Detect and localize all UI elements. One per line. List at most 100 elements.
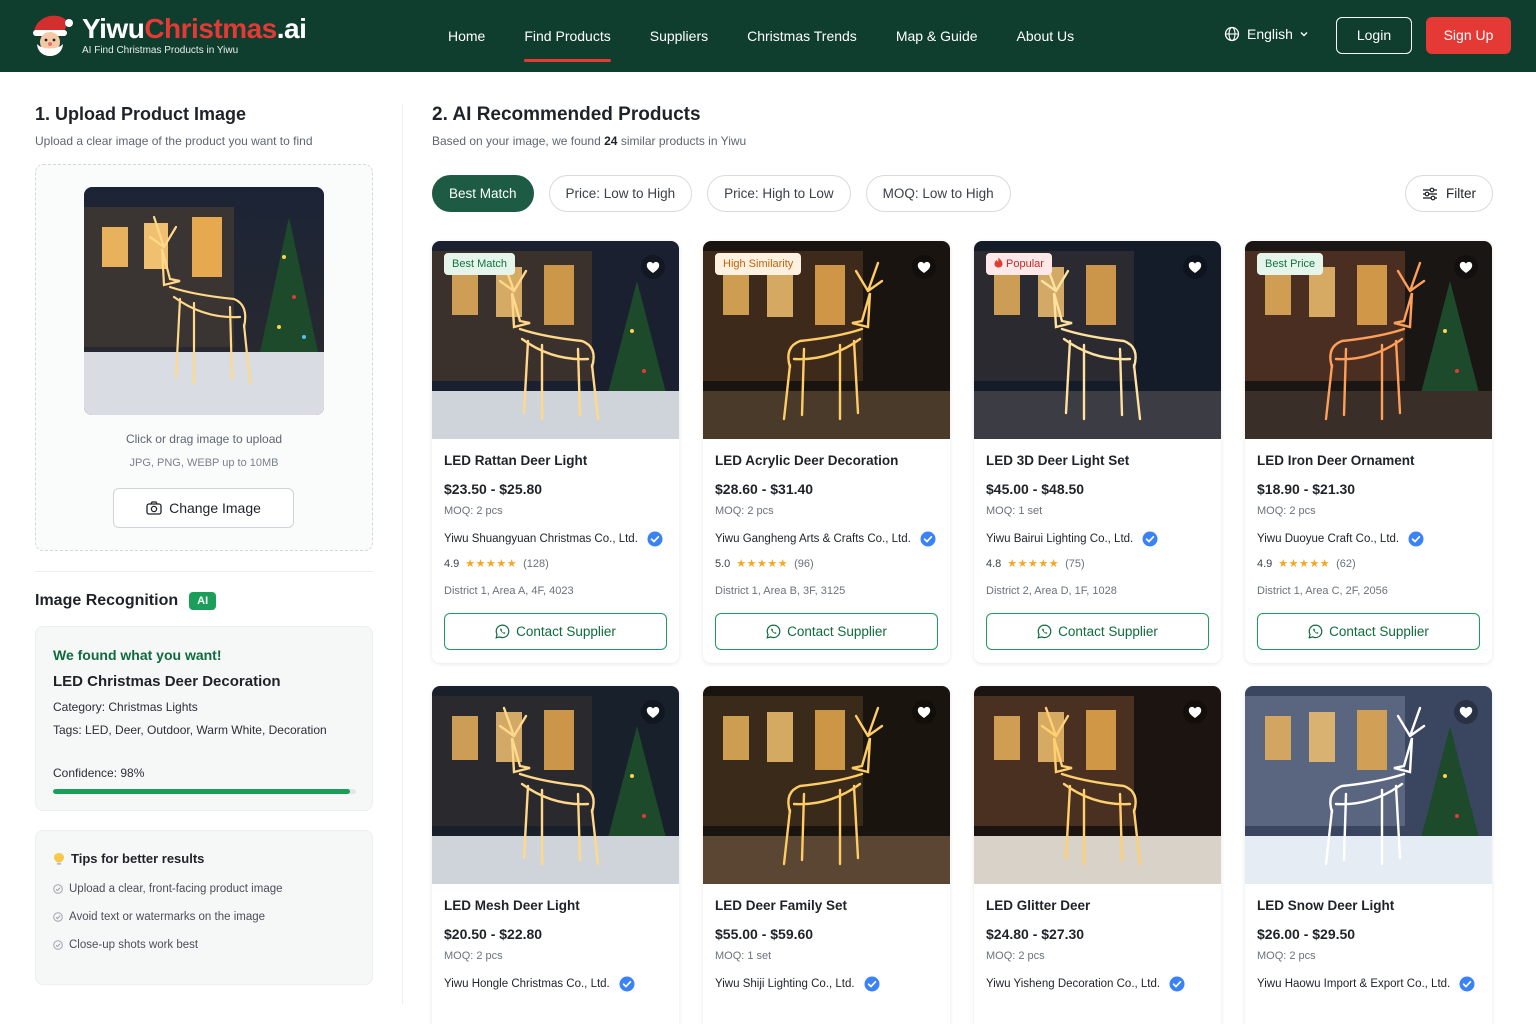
supplier-row: Yiwu Shiji Lighting Co., Ltd. (715, 976, 880, 992)
sort-moq-low-high[interactable]: MOQ: Low to High (865, 175, 1011, 212)
filter-label: Filter (1446, 186, 1476, 201)
supplier-name[interactable]: Yiwu Yisheng Decoration Co., Ltd. (986, 978, 1160, 990)
tip-text: Close-up shots work best (69, 939, 199, 951)
check-circle-icon (53, 884, 63, 894)
supplier-name[interactable]: Yiwu Hongle Christmas Co., Ltd. (444, 978, 610, 990)
results-title: 2. AI Recommended Products (432, 104, 701, 125)
product-moq: MOQ: 1 set (715, 950, 772, 962)
supplier-name[interactable]: Yiwu Shiji Lighting Co., Ltd. (715, 978, 855, 990)
favorite-button[interactable] (912, 255, 936, 279)
product-card[interactable]: Best Match LED Rattan Deer Light $23.50 - … (432, 241, 679, 663)
sort-price-low-high[interactable]: Price: Low to High (548, 175, 693, 212)
chevron-down-icon (1300, 32, 1308, 37)
logo-tagline: AI Find Christmas Products in Yiwu (82, 45, 239, 56)
supplier-row: Yiwu Hongle Christmas Co., Ltd. (444, 976, 635, 992)
check-circle-icon (53, 940, 63, 950)
nav-christmas-trends[interactable]: Christmas Trends (747, 0, 857, 72)
contact-supplier-label: Contact Supplier (1058, 624, 1158, 639)
tip-item: Close-up shots work best (53, 939, 198, 951)
product-price: $20.50 - $22.80 (444, 926, 543, 942)
nav-find-products[interactable]: Find Products (524, 0, 612, 72)
product-card[interactable]: LED Snow Deer Light $26.00 - $29.50 MOQ: 2… (1245, 686, 1492, 1024)
rating-value: 5.0 (715, 557, 731, 570)
product-badge-label: Best Match (452, 258, 508, 270)
verified-icon (920, 531, 936, 547)
supplier-name[interactable]: Yiwu Duoyue Craft Co., Ltd. (1257, 533, 1399, 545)
results-count: 24 (604, 134, 618, 148)
nav-suppliers[interactable]: Suppliers (650, 0, 708, 72)
nav-home[interactable]: Home (448, 0, 485, 72)
product-badge: High Similarity (715, 253, 802, 275)
product-name[interactable]: LED Glitter Deer (986, 898, 1090, 913)
favorite-button[interactable] (1183, 700, 1207, 724)
upload-dropzone[interactable]: Click or drag image to upload JPG, PNG, … (35, 164, 373, 551)
camera-icon (146, 501, 162, 515)
filter-button[interactable]: Filter (1405, 175, 1493, 212)
review-count: (75) (1065, 557, 1085, 570)
nav-map-guide[interactable]: Map & Guide (896, 0, 978, 72)
product-name[interactable]: LED 3D Deer Light Set (986, 453, 1129, 468)
nav-about-us[interactable]: About Us (1017, 0, 1075, 72)
product-moq: MOQ: 2 pcs (1257, 505, 1316, 517)
product-moq: MOQ: 1 set (986, 505, 1043, 517)
product-price: $24.80 - $27.30 (986, 926, 1085, 942)
recognized-tags: Tags: LED, Deer, Outdoor, Warm White, De… (53, 723, 327, 737)
rating-row: 4.9 ★★★★★ (62) (1257, 557, 1356, 571)
product-card[interactable]: LED Deer Family Set $55.00 - $59.60 MOQ: 1… (703, 686, 950, 1024)
favorite-button[interactable] (641, 255, 665, 279)
change-image-button[interactable]: Change Image (113, 488, 294, 528)
favorite-button[interactable] (1454, 700, 1478, 724)
contact-supplier-button[interactable]: Contact Supplier (444, 613, 667, 650)
whatsapp-icon (1037, 624, 1052, 639)
supplier-name[interactable]: Yiwu Bairui Lighting Co., Ltd. (986, 533, 1133, 545)
product-moq: MOQ: 2 pcs (1257, 950, 1316, 962)
product-name[interactable]: LED Iron Deer Ornament (1257, 453, 1415, 468)
supplier-name[interactable]: Yiwu Gangheng Arts & Crafts Co., Ltd. (715, 533, 911, 545)
product-name[interactable]: LED Acrylic Deer Decoration (715, 453, 898, 468)
supplier-name[interactable]: Yiwu Shuangyuan Christmas Co., Ltd. (444, 533, 638, 545)
rating-value: 4.8 (986, 557, 1002, 570)
logo[interactable]: YiwuChristmas.ai AI Find Christmas Produ… (28, 10, 307, 60)
product-badge: Popular (986, 253, 1052, 275)
supplier-name[interactable]: Yiwu Haowu Import & Export Co., Ltd. (1257, 978, 1450, 990)
product-card[interactable]: Best Price LED Iron Deer Ornament $18.90 -… (1245, 241, 1492, 663)
product-badge: Best Match (444, 253, 516, 275)
product-badge: Best Price (1257, 253, 1324, 275)
contact-supplier-button[interactable]: Contact Supplier (986, 613, 1209, 650)
product-card[interactable]: High Similarity LED Acrylic Deer Decorati… (703, 241, 950, 663)
language-selector[interactable]: English (1224, 26, 1309, 42)
globe-icon (1224, 26, 1240, 42)
login-button[interactable]: Login (1336, 17, 1412, 54)
confidence-bar (53, 789, 356, 794)
contact-supplier-button[interactable]: Contact Supplier (715, 613, 938, 650)
product-badge-label: Best Price (1265, 258, 1316, 270)
sort-price-high-low[interactable]: Price: High to Low (707, 175, 851, 212)
favorite-button[interactable] (641, 700, 665, 724)
logo-part-yiwu: Yiwu (82, 13, 145, 44)
favorite-button[interactable] (912, 700, 936, 724)
product-name[interactable]: LED Deer Family Set (715, 898, 847, 913)
product-card[interactable]: LED Glitter Deer $24.80 - $27.30 MOQ: 2 pc… (974, 686, 1221, 1024)
booth-location: District 1, Area A, 4F, 4023 (444, 585, 574, 597)
results-subtitle-prefix: Based on your image, we found (432, 134, 601, 148)
logo-part-christmas: Christmas (144, 13, 277, 44)
recognized-category: Category: Christmas Lights (53, 700, 198, 714)
favorite-button[interactable] (1454, 255, 1478, 279)
contact-supplier-button[interactable]: Contact Supplier (1257, 613, 1480, 650)
product-card[interactable]: Popular LED 3D Deer Light Set $45.00 - $48… (974, 241, 1221, 663)
whatsapp-icon (766, 624, 781, 639)
favorite-button[interactable] (1183, 255, 1207, 279)
signup-button[interactable]: Sign Up (1426, 17, 1511, 54)
product-name[interactable]: LED Snow Deer Light (1257, 898, 1394, 913)
product-card[interactable]: LED Mesh Deer Light $20.50 - $22.80 MOQ: 2… (432, 686, 679, 1024)
rating-value: 4.9 (444, 557, 460, 570)
sort-options: Best Match Price: Low to High Price: Hig… (432, 175, 1026, 212)
product-name[interactable]: LED Mesh Deer Light (444, 898, 580, 913)
product-price: $55.00 - $59.60 (715, 926, 814, 942)
upload-section-subtitle: Upload a clear image of the product you … (35, 134, 313, 148)
sort-best-match[interactable]: Best Match (432, 175, 534, 212)
product-name[interactable]: LED Rattan Deer Light (444, 453, 587, 468)
star-rating: ★★★★★ (1007, 558, 1060, 570)
star-rating: ★★★★★ (465, 558, 518, 570)
review-count: (128) (523, 557, 549, 570)
